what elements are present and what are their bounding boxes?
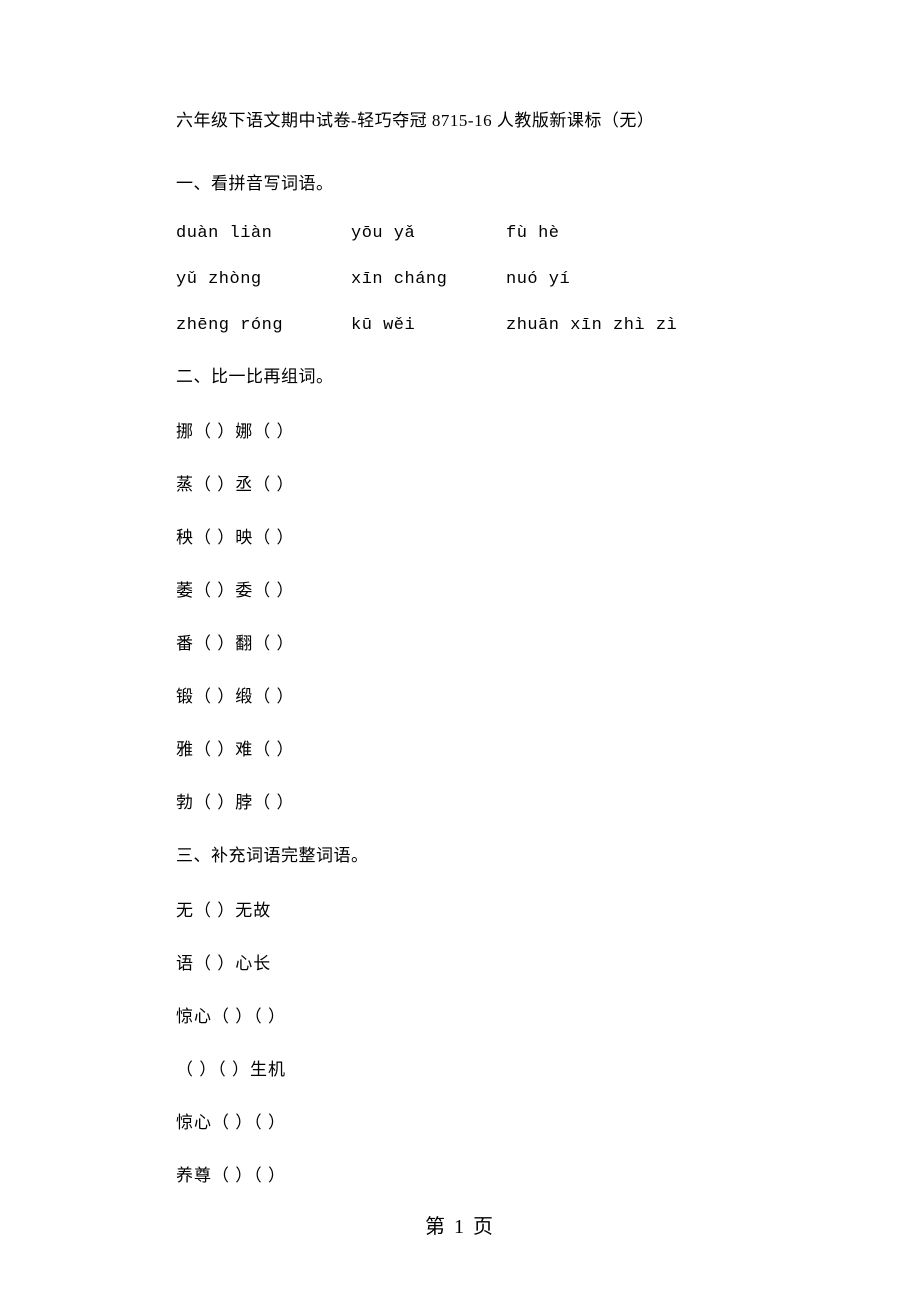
exercise-item: 惊心（ ）（ ） <box>176 1108 748 1133</box>
document-title: 六年级下语文期中试卷-轻巧夺冠 8715-16 人教版新课标（无） <box>176 106 748 131</box>
section-3-heading: 三、补充词语完整词语。 <box>176 841 748 866</box>
pinyin-row: yǔ zhòng xīn cháng nuó yí <box>176 270 748 289</box>
exercise-item: 番（ ）翻（ ） <box>176 629 748 654</box>
pinyin-cell: yōu yǎ <box>351 224 506 243</box>
exercise-item: 萎（ ）委（ ） <box>176 576 748 601</box>
page-number: 第 1 页 <box>0 1210 920 1239</box>
pinyin-row: zhēng róng kū wěi zhuān xīn zhì zì <box>176 316 748 335</box>
pinyin-cell: zhēng róng <box>176 316 351 335</box>
exercise-item: 雅（ ）难（ ） <box>176 735 748 760</box>
section-1-heading: 一、看拼音写词语。 <box>176 169 748 194</box>
exercise-item: 语（ ）心长 <box>176 949 748 974</box>
exercise-item: （ ）（ ）生机 <box>176 1055 748 1080</box>
exercise-item: 挪（ ）娜（ ） <box>176 417 748 442</box>
exercise-item: 勃（ ）脖（ ） <box>176 788 748 813</box>
pinyin-cell: nuó yí <box>506 270 748 289</box>
pinyin-row: duàn liàn yōu yǎ fù hè <box>176 224 748 243</box>
exercise-item: 养尊（ ）（ ） <box>176 1161 748 1186</box>
pinyin-cell: zhuān xīn zhì zì <box>506 316 748 335</box>
pinyin-cell: yǔ zhòng <box>176 270 351 289</box>
exercise-item: 无（ ）无故 <box>176 896 748 921</box>
pinyin-cell: kū wěi <box>351 316 506 335</box>
pinyin-cell: duàn liàn <box>176 224 351 243</box>
exercise-item: 惊心（ ）（ ） <box>176 1002 748 1027</box>
pinyin-cell: fù hè <box>506 224 748 243</box>
exercise-item: 秧（ ）映（ ） <box>176 523 748 548</box>
pinyin-cell: xīn cháng <box>351 270 506 289</box>
exercise-item: 蒸（ ）丞（ ） <box>176 470 748 495</box>
exercise-item: 锻（ ）缎（ ） <box>176 682 748 707</box>
document-page: 六年级下语文期中试卷-轻巧夺冠 8715-16 人教版新课标（无） 一、看拼音写… <box>0 0 920 1302</box>
section-2-heading: 二、比一比再组词。 <box>176 362 748 387</box>
